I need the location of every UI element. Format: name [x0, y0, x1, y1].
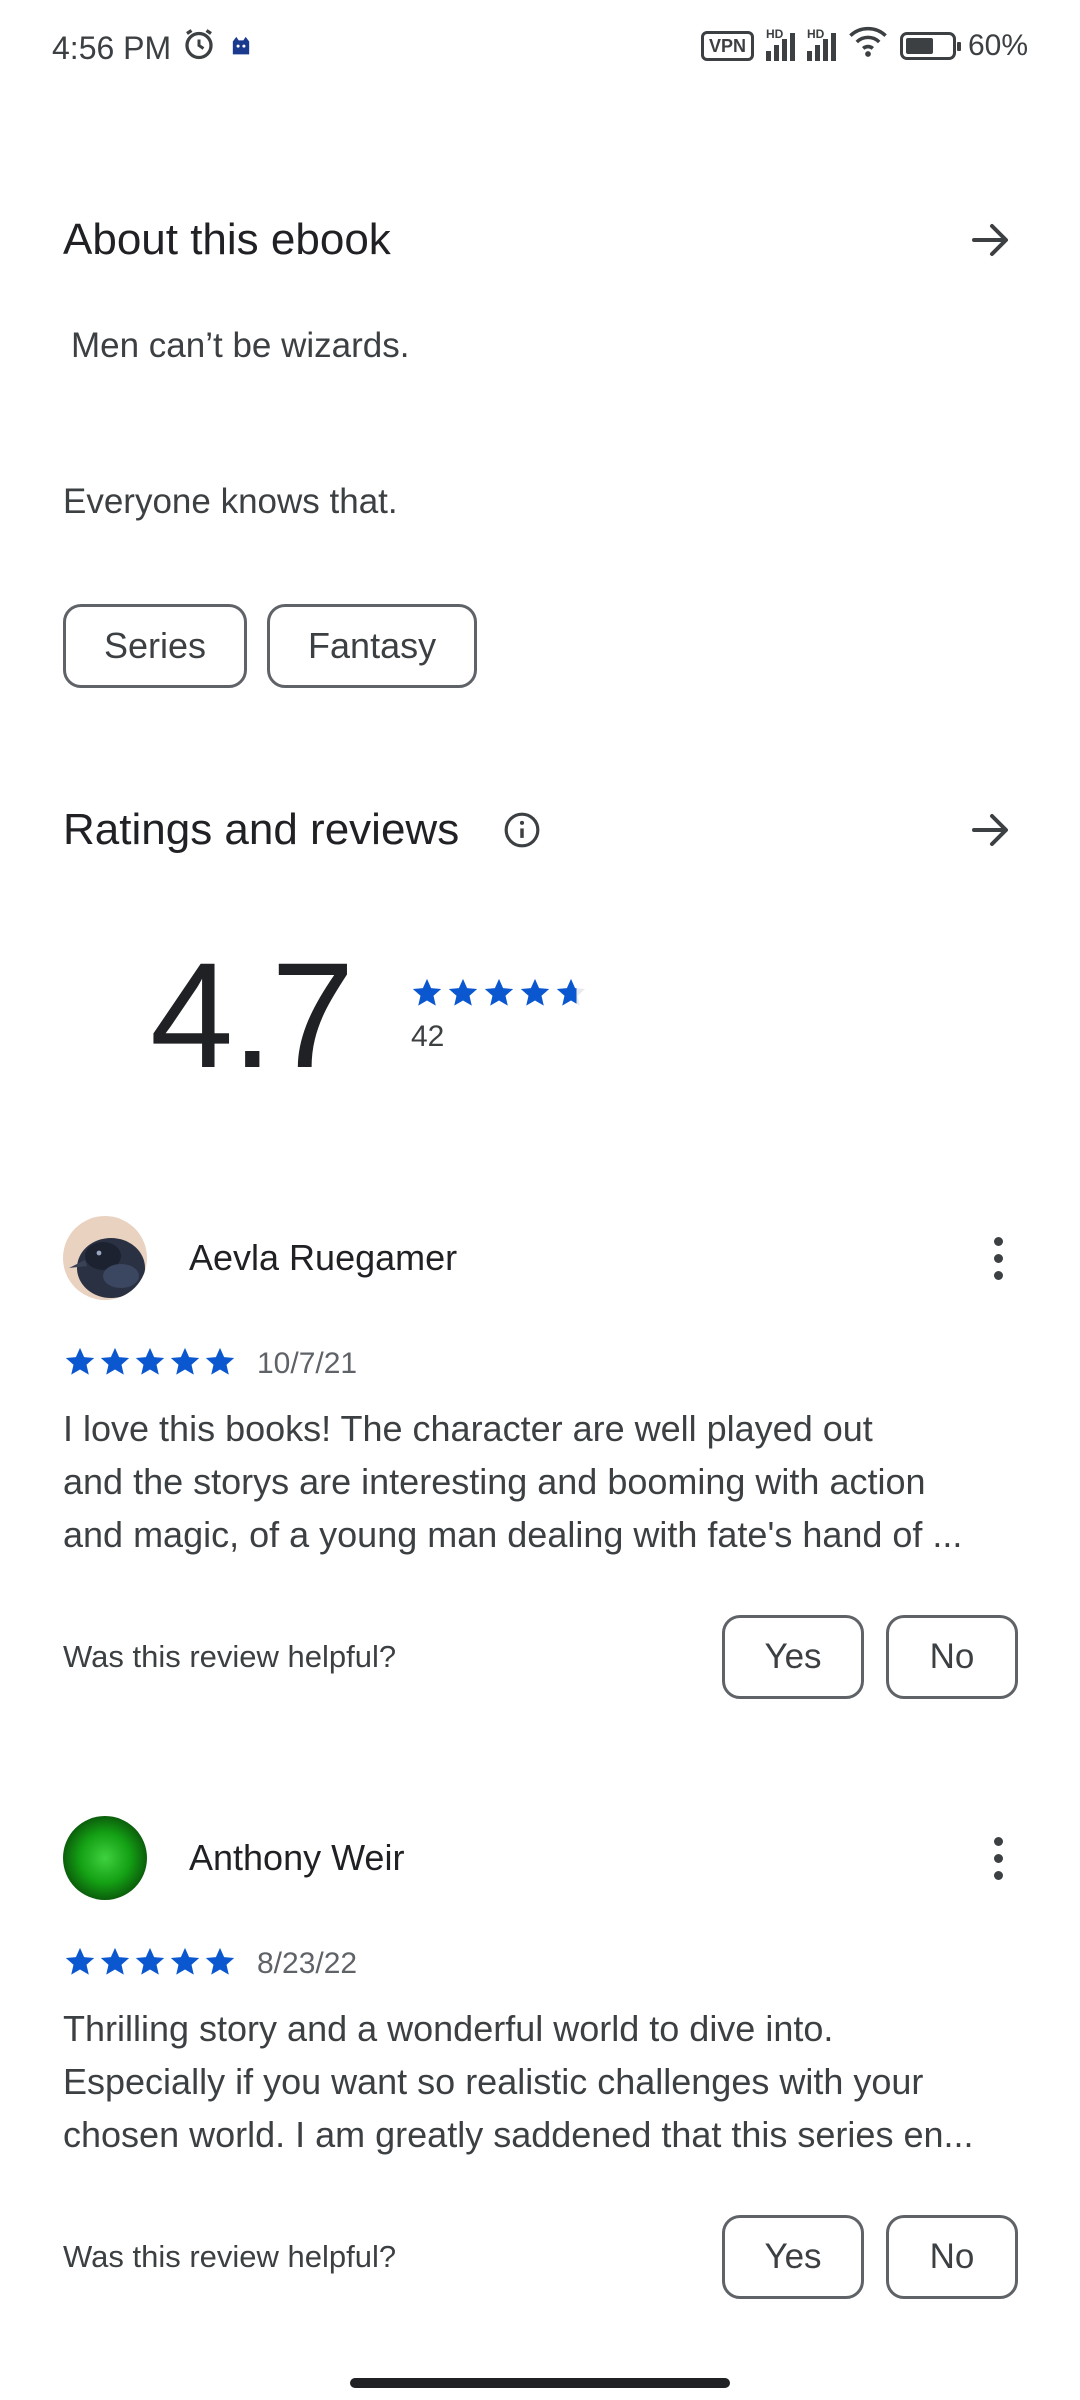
rating-stars [410, 976, 588, 1015]
star-icon [518, 976, 552, 1015]
star-icon [168, 1345, 202, 1384]
alarm-icon [181, 26, 217, 70]
star-icon [98, 1945, 132, 1984]
helpful-row: Was this review helpful? Yes No [63, 1615, 1018, 1699]
about-title: About this ebook [63, 215, 391, 264]
star-icon [482, 976, 516, 1015]
arrow-right-icon [972, 814, 1008, 846]
review-text-line: and the storys are interesting and boomi… [63, 1461, 926, 1502]
vpn-icon: VPN [700, 31, 754, 61]
review-date: 10/7/21 [257, 1347, 358, 1380]
about-header[interactable]: About this ebook [63, 210, 1018, 270]
star-icon [63, 1345, 97, 1384]
review-stars [63, 1345, 237, 1384]
helpful-buttons: Yes No [722, 1615, 1018, 1699]
more-options-icon[interactable] [978, 1228, 1018, 1288]
review-text-line: and magic, of a young man dealing with f… [63, 1514, 963, 1555]
review-text[interactable]: Thrilling story and a wonderful world to… [63, 2002, 1018, 2161]
signal-icon: HD [806, 27, 836, 61]
review-card: Aevla Ruegamer 10/7/21 I love this books… [63, 1216, 1018, 1699]
review-meta: 8/23/22 [63, 1944, 1018, 1984]
helpful-no-button[interactable]: No [886, 1615, 1018, 1699]
about-arrow-button[interactable] [962, 212, 1018, 268]
ratings-header[interactable]: Ratings and reviews [63, 800, 1018, 860]
more-options-icon[interactable] [978, 1828, 1018, 1888]
ratings-arrow-button[interactable] [962, 802, 1018, 858]
rating-score: 4.7 [150, 931, 355, 1099]
review-header: Anthony Weir [63, 1816, 1018, 1900]
battery-percent: 60% [967, 29, 1028, 62]
hd-label: HD [806, 27, 825, 41]
avatar [63, 1216, 147, 1300]
review-text[interactable]: I love this books! The character are wel… [63, 1402, 1018, 1561]
review-meta: 10/7/21 [63, 1344, 1018, 1384]
arrow-right-icon [972, 224, 1008, 256]
review-stars [63, 1945, 237, 1984]
ratings-title-group: Ratings and reviews [63, 805, 541, 855]
hd-label: HD [765, 27, 784, 41]
chip-fantasy[interactable]: Fantasy [267, 604, 478, 688]
helpful-row: Was this review helpful? Yes No [63, 2215, 1018, 2299]
helpful-buttons: Yes No [722, 2215, 1018, 2299]
avatar [63, 1816, 147, 1900]
review-text-line: chosen world. I am greatly saddened that… [63, 2114, 974, 2155]
helpful-label: Was this review helpful? [63, 2239, 397, 2274]
status-time: 4:56 PM [52, 29, 172, 66]
genre-chips: Series Fantasy [63, 604, 478, 688]
star-icon [133, 1945, 167, 1984]
chip-series[interactable]: Series [63, 604, 248, 688]
star-icon [446, 976, 480, 1015]
review-card: Anthony Weir 8/23/22 Thrilling story and… [63, 1816, 1018, 2299]
status-left: 4:56 PM [52, 26, 255, 70]
rating-count: 42 [411, 1020, 445, 1053]
about-paragraph-2: Everyone knows that. [63, 482, 398, 521]
notification-app-icon [227, 30, 255, 67]
star-icon [203, 1345, 237, 1384]
battery-icon [899, 32, 961, 60]
wifi-icon [848, 26, 888, 66]
helpful-label: Was this review helpful? [63, 1639, 397, 1674]
review-header: Aevla Ruegamer [63, 1216, 1018, 1300]
review-text-line: Especially if you want so realistic chal… [63, 2061, 924, 2102]
star-icon [98, 1345, 132, 1384]
star-icon [203, 1945, 237, 1984]
info-icon[interactable] [503, 811, 541, 849]
status-right: VPN HD HD 60% [700, 26, 1028, 66]
reviewer-name: Anthony Weir [189, 1837, 405, 1878]
review-date: 8/23/22 [257, 1947, 358, 1980]
star-icon [410, 976, 444, 1015]
review-text-line: I love this books! The character are wel… [63, 1408, 873, 1449]
ratings-title: Ratings and reviews [63, 805, 460, 854]
star-icon [168, 1945, 202, 1984]
star-icon [133, 1345, 167, 1384]
star-icon [554, 976, 588, 1015]
helpful-yes-button[interactable]: Yes [722, 2215, 864, 2299]
star-icon [63, 1945, 97, 1984]
home-indicator[interactable] [350, 2378, 730, 2388]
reviewer-name: Aevla Ruegamer [189, 1237, 458, 1278]
about-paragraph-1: Men can’t be wizards. [71, 326, 410, 365]
signal-icon: HD [765, 27, 795, 61]
helpful-no-button[interactable]: No [886, 2215, 1018, 2299]
review-text-line: Thrilling story and a wonderful world to… [63, 2008, 834, 2049]
status-bar: 4:56 PM VPN HD HD 60% [0, 0, 1080, 96]
helpful-yes-button[interactable]: Yes [722, 1615, 864, 1699]
